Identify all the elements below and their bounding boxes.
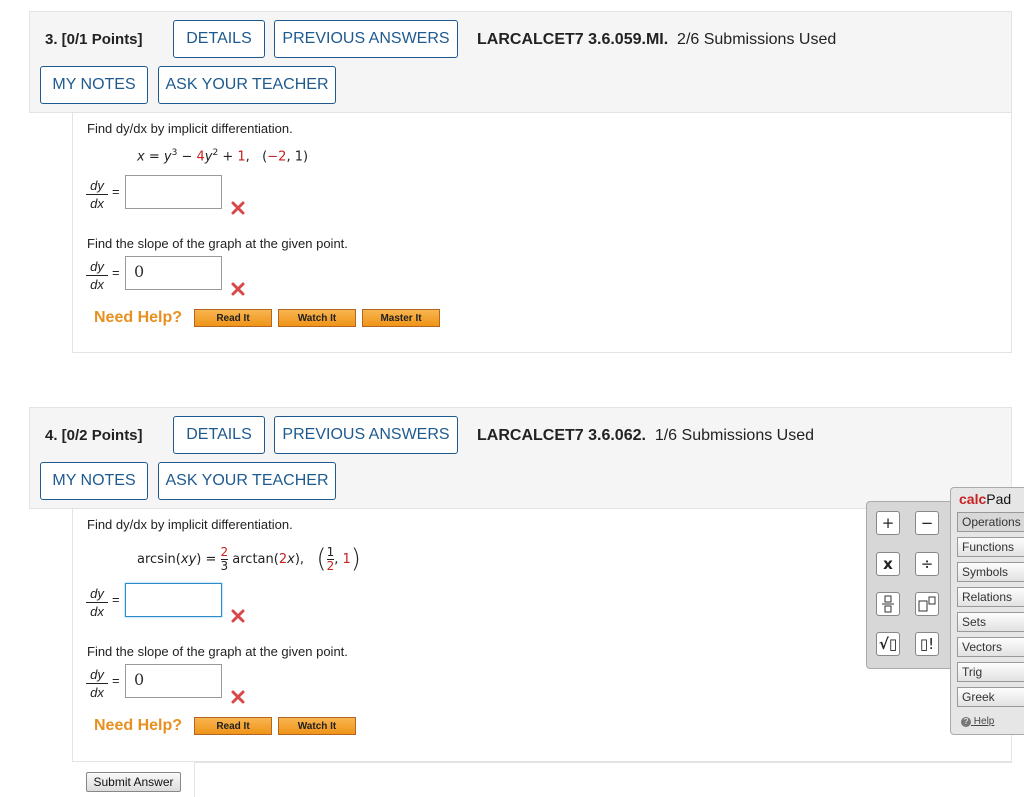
q4-slope-dydx-label: dy dx — [86, 667, 108, 700]
q3-slope-equals: = — [112, 265, 120, 280]
q4-prompt: Find dy/dx by implicit differentiation. — [87, 517, 293, 532]
q4-slope-incorrect-icon — [231, 690, 245, 704]
q4-read-it-button[interactable]: Read It — [194, 717, 272, 735]
tab-greek[interactable]: Greek — [957, 687, 1024, 707]
q3-my-notes-button[interactable]: MY NOTES — [40, 66, 148, 104]
q4-derivative-input[interactable] — [125, 583, 222, 617]
q4-equals: = — [112, 592, 120, 607]
help-icon: ? — [961, 717, 971, 727]
tab-operations[interactable]: Operations — [957, 512, 1024, 532]
calcpad-title: calcPad — [959, 491, 1011, 507]
calcpad-panel: calcPad Operations Functions Symbols Rel… — [950, 487, 1024, 735]
calcpad-keypad: + − x ÷ √▯ ▯! — [866, 501, 954, 669]
tab-functions[interactable]: Functions — [957, 537, 1024, 557]
tab-sets[interactable]: Sets — [957, 612, 1024, 632]
q4-submissions: 1/6 Submissions Used — [654, 427, 815, 444]
q4-label: 4. [0/2 Points] — [45, 427, 143, 444]
q3-master-it-button[interactable]: Master It — [362, 309, 440, 327]
q3-slope-incorrect-icon — [231, 282, 245, 296]
q3-previous-answers-button[interactable]: PREVIOUS ANSWERS — [274, 20, 458, 58]
q3-details-button[interactable]: DETAILS — [173, 20, 265, 58]
calcpad-help-label: Help — [973, 716, 995, 727]
tab-vectors[interactable]: Vectors — [957, 637, 1024, 657]
q4-code: LARCALCET7 3.6.062. — [477, 427, 646, 444]
q3-slope-dydx-label: dy dx — [86, 259, 108, 292]
multiply-key-icon[interactable]: x — [876, 552, 900, 576]
q4-code-line: LARCALCET7 3.6.062. 1/6 Submissions Used — [477, 427, 814, 445]
q4-slope-prompt: Find the slope of the graph at the given… — [87, 644, 348, 659]
plus-key-icon[interactable]: + — [876, 511, 900, 535]
q4-dydx-label: dy dx — [86, 586, 108, 619]
q3-submissions: 2/6 Submissions Used — [677, 31, 837, 48]
submit-answer-button[interactable]: Submit Answer — [86, 772, 181, 792]
q3-derivative-incorrect-icon — [231, 201, 245, 215]
q3-code: LARCALCET7 3.6.059.MI. — [477, 31, 669, 48]
divide-key-icon[interactable]: ÷ — [915, 552, 939, 576]
q3-equals: = — [112, 184, 120, 199]
sqrt-key-icon[interactable]: √▯ — [876, 632, 900, 656]
submit-divider-vertical — [194, 762, 195, 797]
q4-header: 4. [0/2 Points] DETAILS PREVIOUS ANSWERS… — [29, 407, 1012, 509]
q3-header: 3. [0/1 Points] DETAILS PREVIOUS ANSWERS… — [29, 11, 1012, 113]
q3-need-help-label: Need Help? — [94, 309, 183, 326]
q3-label: 3. [0/1 Points] — [45, 31, 143, 48]
fraction-key-icon[interactable] — [876, 592, 900, 616]
submit-divider — [194, 762, 1012, 763]
q4-my-notes-button[interactable]: MY NOTES — [40, 462, 148, 500]
q4-previous-answers-button[interactable]: PREVIOUS ANSWERS — [274, 416, 458, 454]
minus-key-icon[interactable]: − — [915, 511, 939, 535]
q3-code-line: LARCALCET7 3.6.059.MI. 2/6 Submissions U… — [477, 31, 836, 49]
q4-derivative-incorrect-icon — [231, 609, 245, 623]
calcpad-title-calc: calc — [959, 491, 987, 507]
q3-ask-teacher-button[interactable]: ASK YOUR TEACHER — [158, 66, 336, 104]
q4-slope-input[interactable]: 0 — [125, 664, 222, 698]
q4-details-button[interactable]: DETAILS — [173, 416, 265, 454]
q3-watch-it-button[interactable]: Watch It — [278, 309, 356, 327]
q4-watch-it-button[interactable]: Watch It — [278, 717, 356, 735]
q4-need-help-label: Need Help? — [94, 717, 183, 734]
q3-slope-prompt: Find the slope of the graph at the given… — [87, 236, 348, 251]
calcpad-help-link[interactable]: ? Help — [961, 716, 994, 727]
q3-equation: x = y3 − 4y2 + 1, (−2, 1) — [137, 148, 309, 165]
q4-equation: arcsin(xy) = 23 arctan(2x), ( 12 , 1 ) — [137, 544, 361, 574]
power-key-icon[interactable] — [915, 592, 939, 616]
calcpad-title-pad: Pad — [986, 491, 1012, 507]
tab-trig[interactable]: Trig — [957, 662, 1024, 682]
q4-slope-equals: = — [112, 673, 120, 688]
q4-ask-teacher-button[interactable]: ASK YOUR TEACHER — [158, 462, 336, 500]
q3-prompt: Find dy/dx by implicit differentiation. — [87, 121, 293, 136]
factorial-key-icon[interactable]: ▯! — [915, 632, 939, 656]
q3-derivative-input[interactable] — [125, 175, 222, 209]
q3-slope-input[interactable]: 0 — [125, 256, 222, 290]
tab-symbols[interactable]: Symbols — [957, 562, 1024, 582]
q3-dydx-label: dy dx — [86, 178, 108, 211]
q3-read-it-button[interactable]: Read It — [194, 309, 272, 327]
tab-relations[interactable]: Relations — [957, 587, 1024, 607]
